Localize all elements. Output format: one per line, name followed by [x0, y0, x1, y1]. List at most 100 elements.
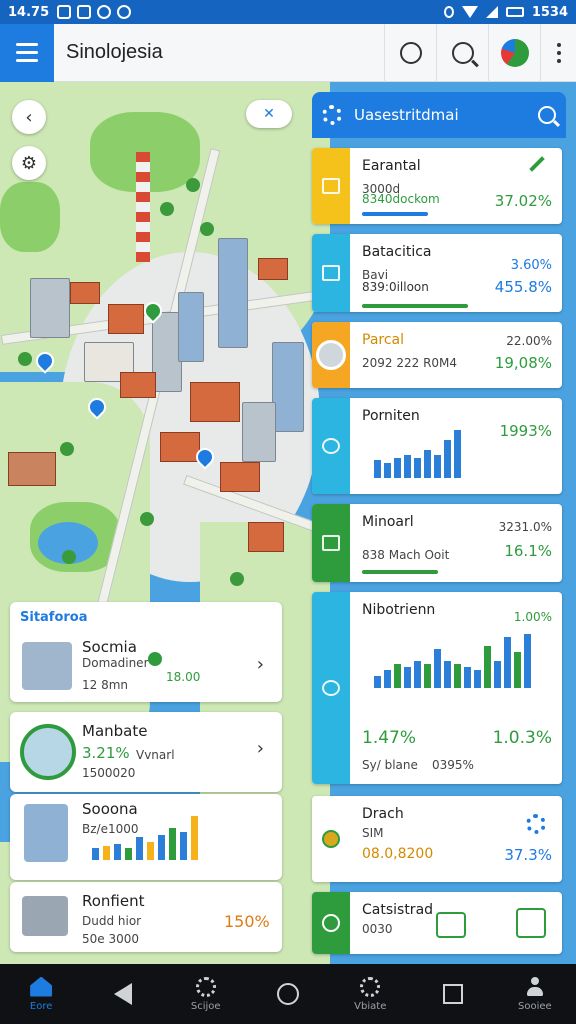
folder-icon: [322, 535, 340, 551]
card-value: 37.3%: [504, 846, 552, 864]
location-card[interactable]: Ronfient Dudd hior 50e 3000 150%: [10, 882, 282, 952]
panel-title: Uasestritdmai: [354, 106, 459, 124]
card-sub: Domadiner: [82, 656, 149, 670]
chart-bar: [180, 832, 187, 860]
status-time: 14.75: [8, 4, 50, 20]
map-tree: [160, 202, 174, 216]
map-settings-button[interactable]: ⚙: [12, 146, 46, 180]
nav-location[interactable]: Vbiate: [330, 976, 410, 1012]
panel-header: Uasestritdmai: [312, 92, 566, 138]
profile-button[interactable]: [488, 23, 540, 82]
nav-explore[interactable]: Scijoe: [166, 976, 246, 1012]
nav-label: Eore: [29, 1000, 53, 1012]
expand-icon[interactable]: [436, 912, 466, 938]
chart-bar: [103, 846, 110, 860]
chart-bar: [424, 664, 431, 688]
chart-bar: [191, 816, 198, 860]
card-name: Nibotrienn: [362, 602, 436, 618]
image-icon: [77, 5, 92, 19]
menu-icon-line: [16, 59, 38, 62]
card-name: Ronfient: [82, 892, 145, 910]
chevron-right-icon[interactable]: ›: [257, 738, 264, 759]
map-building: [242, 402, 276, 462]
chart-bar: [169, 828, 176, 860]
stat-card[interactable]: Batacitica Bavi 839:0illoon 3.60% 455.8%: [312, 234, 562, 312]
map-back-button[interactable]: ‹: [12, 100, 46, 134]
chart-bar: [414, 458, 421, 478]
card-sub: Sy/ blane: [362, 758, 418, 772]
home-circle-icon: [276, 983, 299, 1005]
chart-bar: [404, 455, 411, 478]
card-progress-bar: [362, 304, 468, 308]
refresh-icon[interactable]: [526, 814, 546, 834]
nav-system-home[interactable]: [248, 983, 328, 1005]
card-sub: 1500020: [82, 766, 136, 780]
app-title: Sinolojesia: [66, 41, 163, 63]
card-bar-chart: [92, 814, 198, 860]
play-icon[interactable]: [516, 908, 546, 938]
card-value: 37.02%: [494, 192, 552, 210]
gear-icon[interactable]: [322, 105, 342, 125]
stat-card[interactable]: Earantal 3000d 8340dockom 37.02%: [312, 148, 562, 224]
nav-recents[interactable]: [413, 984, 493, 1004]
map-tree: [230, 572, 244, 586]
card-sub: SIM: [362, 826, 384, 840]
badge-icon: [322, 830, 340, 848]
status-bar: 14.75 1534: [0, 0, 576, 24]
home-icon: [30, 976, 53, 997]
chevron-right-icon[interactable]: ›: [257, 654, 264, 675]
stat-card[interactable]: Nibotrienn 1.00% 1.47% 0395% 1.0.3% Sy/ …: [312, 592, 562, 784]
stat-card[interactable]: Parcal 2092 222 R0M4 22.00% 19,08%: [312, 322, 562, 388]
card-name: Socmia: [82, 638, 137, 656]
map-close-button[interactable]: ✕: [246, 100, 292, 128]
nav-home[interactable]: Eore: [1, 976, 81, 1012]
stat-card[interactable]: Catsistrad 0030: [312, 892, 562, 954]
card-accent-strip: [312, 234, 350, 312]
chart-bar: [464, 667, 471, 688]
chart-bar: [444, 661, 451, 688]
card-value: 455.8%: [494, 278, 552, 296]
radio-tower: [136, 152, 150, 262]
hamburger-menu-button[interactable]: [0, 23, 54, 82]
app-icon: [97, 5, 112, 19]
wifi-icon: [461, 6, 478, 18]
edit-icon[interactable]: [529, 156, 545, 172]
building-thumbnail: [22, 642, 72, 690]
more-options-button[interactable]: [540, 23, 576, 82]
card-sub2: 839:0illoon: [362, 280, 429, 294]
back-icon: [114, 983, 133, 1005]
chart-bar: [114, 844, 121, 860]
chart-bar: [484, 646, 491, 688]
chart-bar: [384, 463, 391, 478]
bottom-nav: Eore Scijoe Vbiate Sooiee: [0, 964, 576, 1024]
nav-back[interactable]: [83, 983, 163, 1005]
card-value-right: 1.0.3%: [492, 728, 552, 748]
stat-card[interactable]: Minoarl 838 Mach Ooit 3231.0% 16.1%: [312, 504, 562, 582]
search-button[interactable]: [436, 23, 488, 82]
location-card[interactable]: Sooona Bz/e1000: [10, 794, 282, 880]
location-pin-icon: [399, 41, 422, 64]
chart-bar: [125, 848, 132, 860]
card-name: Batacitica: [362, 244, 432, 260]
chart-bar: [434, 649, 441, 688]
search-icon[interactable]: [538, 106, 556, 124]
chart-bar: [384, 670, 391, 688]
alarm-icon: [443, 6, 454, 18]
location-card[interactable]: Manbate 3.21% Vvnarl 1500020 ›: [10, 712, 282, 792]
nav-label: Sooiee: [517, 1000, 552, 1012]
map-building: [218, 238, 248, 348]
location-search-button[interactable]: [384, 23, 436, 82]
chart-bar: [158, 835, 165, 860]
building-thumbnail: [20, 724, 76, 780]
building-thumbnail: [22, 896, 68, 936]
location-card[interactable]: Sitaforoa Socmia Domadiner 12 8mn 18.00 …: [10, 602, 282, 702]
chart-bar: [92, 848, 99, 860]
nav-profile[interactable]: Sooiee: [495, 976, 575, 1012]
stat-card[interactable]: Porniten 1993%: [312, 398, 562, 494]
chart-bar: [374, 676, 381, 688]
map-tree: [186, 178, 200, 192]
chart-bar: [474, 670, 481, 688]
menu-icon-line: [16, 51, 38, 54]
stat-card[interactable]: Drach SIM 08.0,8200 37.3%: [312, 796, 562, 882]
menu-icon-line: [16, 43, 38, 46]
